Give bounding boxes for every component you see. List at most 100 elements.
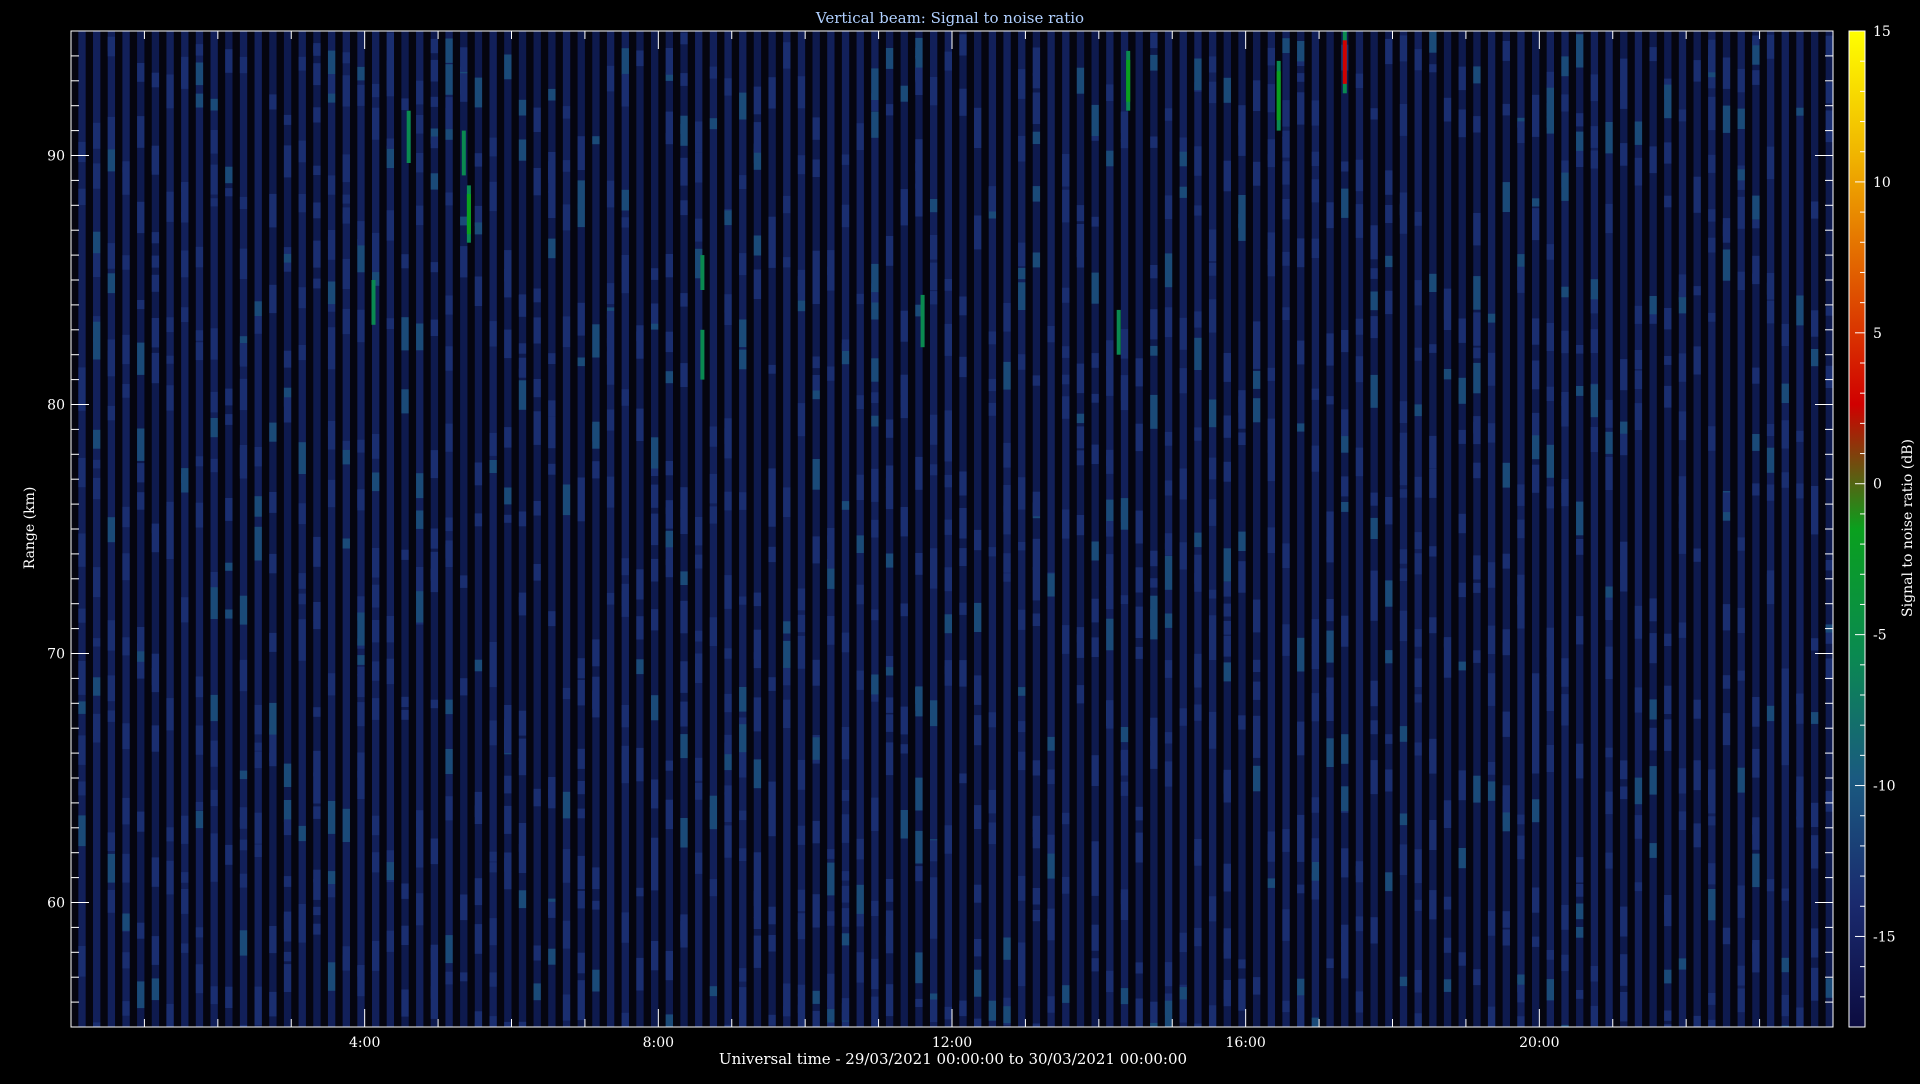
noise-speckle	[1282, 130, 1291, 139]
noise-speckle	[372, 232, 380, 251]
noise-speckle	[1076, 627, 1085, 658]
noise-speckle	[1385, 170, 1393, 195]
noise-column	[188, 31, 197, 1027]
noise-speckle	[974, 1018, 982, 1027]
noise-speckle	[1781, 738, 1790, 766]
noise-speckle	[1106, 84, 1114, 101]
noise-speckle	[1752, 817, 1760, 835]
noise-speckle	[1135, 358, 1144, 387]
noise-speckle	[372, 584, 380, 608]
noise-speckle	[577, 991, 586, 1021]
noise-speckle	[1796, 1007, 1804, 1027]
noise-speckle	[1781, 383, 1790, 403]
noise-speckle	[1517, 121, 1525, 143]
noise-speckle	[1708, 816, 1716, 826]
noise-column	[1069, 31, 1078, 1027]
noise-speckle	[1370, 765, 1379, 777]
noise-speckle	[1576, 345, 1584, 354]
noise-speckle	[1032, 1023, 1041, 1027]
noise-speckle	[1443, 800, 1452, 828]
noise-speckle	[944, 519, 953, 535]
noise-speckle	[533, 411, 542, 445]
noise-speckle	[783, 487, 791, 517]
noise-speckle	[1076, 515, 1085, 536]
noise-speckle	[1253, 161, 1261, 186]
noise-speckle	[1825, 82, 1834, 104]
noise-speckle	[1297, 884, 1305, 894]
noise-speckle	[1135, 832, 1144, 863]
noise-speckle	[1531, 673, 1540, 706]
noise-speckle	[1223, 603, 1232, 617]
noise-speckle	[1502, 182, 1511, 212]
noise-speckle	[1179, 186, 1188, 198]
noise-speckle	[621, 705, 630, 728]
noise-column	[349, 31, 358, 1027]
noise-speckle	[1473, 416, 1481, 445]
noise-speckle	[1561, 56, 1569, 77]
noise-speckle	[812, 459, 821, 490]
noise-speckle	[327, 73, 336, 94]
noise-speckle	[768, 781, 777, 811]
noise-speckle	[797, 588, 806, 611]
noise-speckle	[357, 489, 365, 511]
noise-speckle	[1194, 427, 1202, 441]
noise-speckle	[1355, 159, 1364, 192]
noise-speckle	[518, 380, 527, 410]
noise-speckle	[1605, 791, 1614, 815]
noise-speckle	[841, 871, 850, 881]
noise-column	[511, 31, 520, 1027]
noise-speckle	[107, 675, 116, 702]
noise-speckle	[1708, 993, 1716, 1005]
noise-speckle	[122, 853, 131, 883]
noise-speckle	[548, 88, 556, 101]
noise-speckle	[1664, 195, 1672, 208]
noise-speckle	[386, 32, 395, 66]
noise-speckle	[416, 205, 424, 226]
noise-speckle	[181, 815, 189, 844]
noise-speckle	[1150, 578, 1158, 588]
noise-speckle	[1414, 476, 1423, 498]
noise-speckle	[709, 118, 718, 130]
noise-speckle	[430, 947, 439, 961]
noise-speckle	[1370, 760, 1379, 795]
noise-column	[85, 31, 94, 1027]
noise-speckle	[1429, 273, 1437, 292]
noise-speckle	[1620, 143, 1628, 166]
noise-speckle	[166, 860, 175, 895]
noise-column	[702, 31, 711, 1027]
noise-speckle	[1047, 736, 1056, 751]
noise-column	[1098, 31, 1107, 1027]
noise-speckle	[1370, 268, 1379, 279]
noise-speckle	[871, 674, 879, 695]
noise-speckle	[1414, 404, 1423, 417]
noise-speckle	[1620, 786, 1628, 800]
noise-speckle	[210, 130, 219, 154]
noise-speckle	[1326, 599, 1335, 622]
noise-column	[1216, 31, 1224, 1027]
noise-speckle	[1194, 850, 1202, 861]
noise-column	[1796, 31, 1804, 1027]
noise-speckle	[254, 812, 263, 844]
noise-speckle	[1208, 1005, 1217, 1027]
noise-speckle	[650, 779, 659, 809]
noise-speckle	[621, 73, 630, 107]
noise-speckle	[812, 737, 821, 760]
noise-speckle	[1414, 629, 1423, 647]
noise-speckle	[1429, 890, 1437, 920]
noise-speckle	[533, 501, 542, 516]
noise-speckle	[1047, 769, 1056, 785]
noise-speckle	[1487, 911, 1496, 936]
noise-speckle	[1091, 216, 1100, 227]
noise-speckle	[1385, 734, 1393, 744]
noise-speckle	[1399, 35, 1408, 62]
noise-speckle	[709, 426, 718, 447]
echo-core	[1342, 40, 1347, 84]
noise-column	[1304, 31, 1313, 1027]
noise-speckle	[1370, 225, 1379, 251]
noise-speckle	[1399, 432, 1408, 467]
noise-speckle	[1590, 279, 1599, 300]
colorbar-tick-label: -15	[1873, 929, 1896, 945]
noise-speckle	[1120, 112, 1129, 142]
noise-speckle	[137, 463, 145, 483]
noise-speckle	[137, 981, 145, 1009]
